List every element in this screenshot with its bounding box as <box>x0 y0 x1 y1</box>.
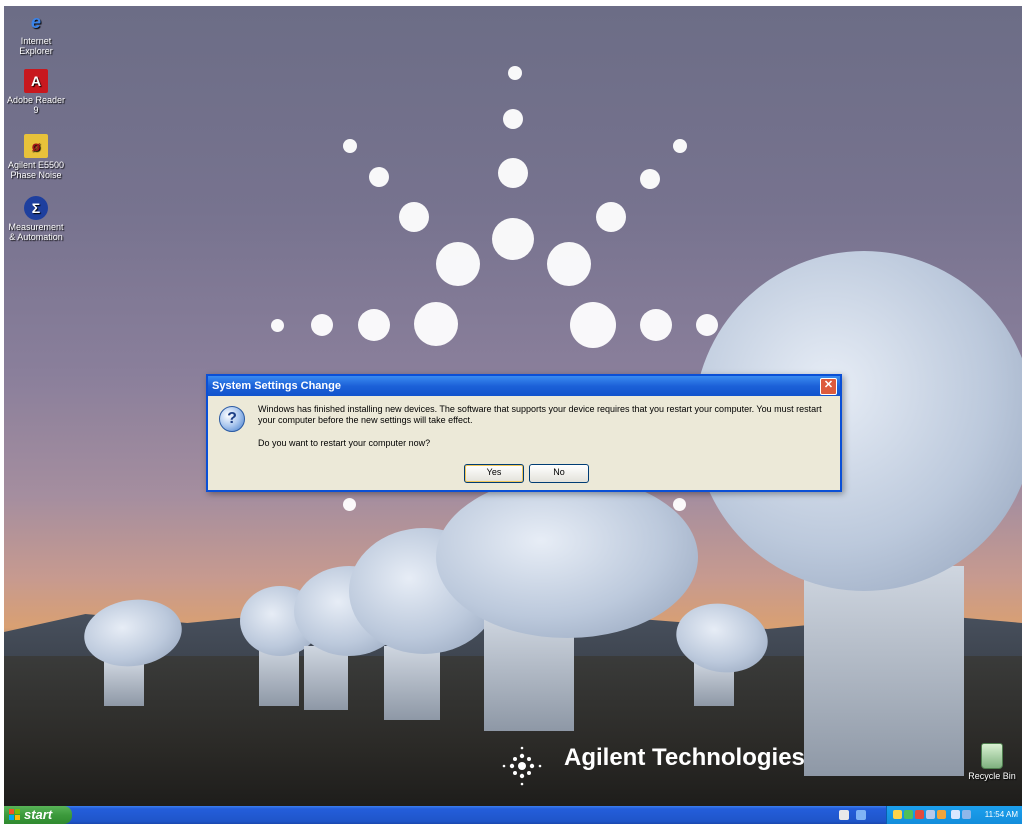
adobe-reader-icon: A <box>24 69 48 93</box>
desktop-icon-label: Adobe Reader 9 <box>6 95 66 115</box>
windows-flag-icon <box>9 809 20 820</box>
desktop-icon-internet-explorer[interactable]: e Internet Explorer <box>6 10 66 56</box>
brand-name: Agilent Technologies <box>564 744 805 771</box>
language-bar-icon[interactable] <box>839 810 849 820</box>
speaker-icon[interactable] <box>893 810 902 819</box>
desktop-icon-label: Internet Explorer <box>19 36 53 56</box>
close-button[interactable]: ✕ <box>820 378 837 395</box>
recycle-bin-icon <box>981 743 1003 769</box>
desktop-icon-label: Recycle Bin <box>968 771 1016 781</box>
system-tray: 11:54 AM <box>886 806 1022 824</box>
clock[interactable]: 11:54 AM <box>985 810 1018 819</box>
desktop-icon-label: Agilent E5500 Phase Noise <box>7 160 65 180</box>
start-button[interactable]: start <box>4 806 72 824</box>
measurement-automation-icon: Σ <box>24 196 48 220</box>
yes-button[interactable]: Yes <box>464 464 524 483</box>
agilent-spark-logo <box>502 746 542 786</box>
no-button[interactable]: No <box>529 464 589 483</box>
internet-explorer-icon: e <box>30 12 41 32</box>
dialog-titlebar[interactable]: System Settings Change ✕ <box>208 376 840 396</box>
desktop-icon-measurement-automation[interactable]: Σ Measurement & Automation <box>6 196 66 242</box>
usb-icon[interactable] <box>926 810 935 819</box>
desktop-icon-label: Measurement & Automation <box>8 222 64 242</box>
dialog-message: Windows has finished installing new devi… <box>258 404 822 425</box>
system-settings-change-dialog: System Settings Change ✕ ? Windows has f… <box>206 374 842 492</box>
display-icon[interactable] <box>962 810 971 819</box>
dialog-question: Do you want to restart your computer now… <box>258 438 431 448</box>
question-icon: ? <box>219 406 245 432</box>
start-label: start <box>24 807 53 822</box>
update-icon[interactable] <box>951 810 960 819</box>
security-icon[interactable] <box>915 810 924 819</box>
phase-noise-icon: ø <box>24 134 48 158</box>
close-icon: ✕ <box>823 379 834 391</box>
desktop-icon-phase-noise[interactable]: ø Agilent E5500 Phase Noise <box>6 134 66 180</box>
desktop-icon-recycle-bin[interactable]: Recycle Bin <box>964 743 1020 781</box>
network-icon[interactable] <box>904 810 913 819</box>
gpib-icon[interactable] <box>937 810 946 819</box>
desktop: e Internet Explorer A Adobe Reader 9 ø A… <box>4 6 1022 824</box>
help-icon[interactable] <box>856 810 866 820</box>
desktop-icon-adobe-reader[interactable]: A Adobe Reader 9 <box>6 69 66 115</box>
dialog-title: System Settings Change <box>212 380 341 392</box>
taskbar: start 11:54 AM <box>4 806 1022 824</box>
